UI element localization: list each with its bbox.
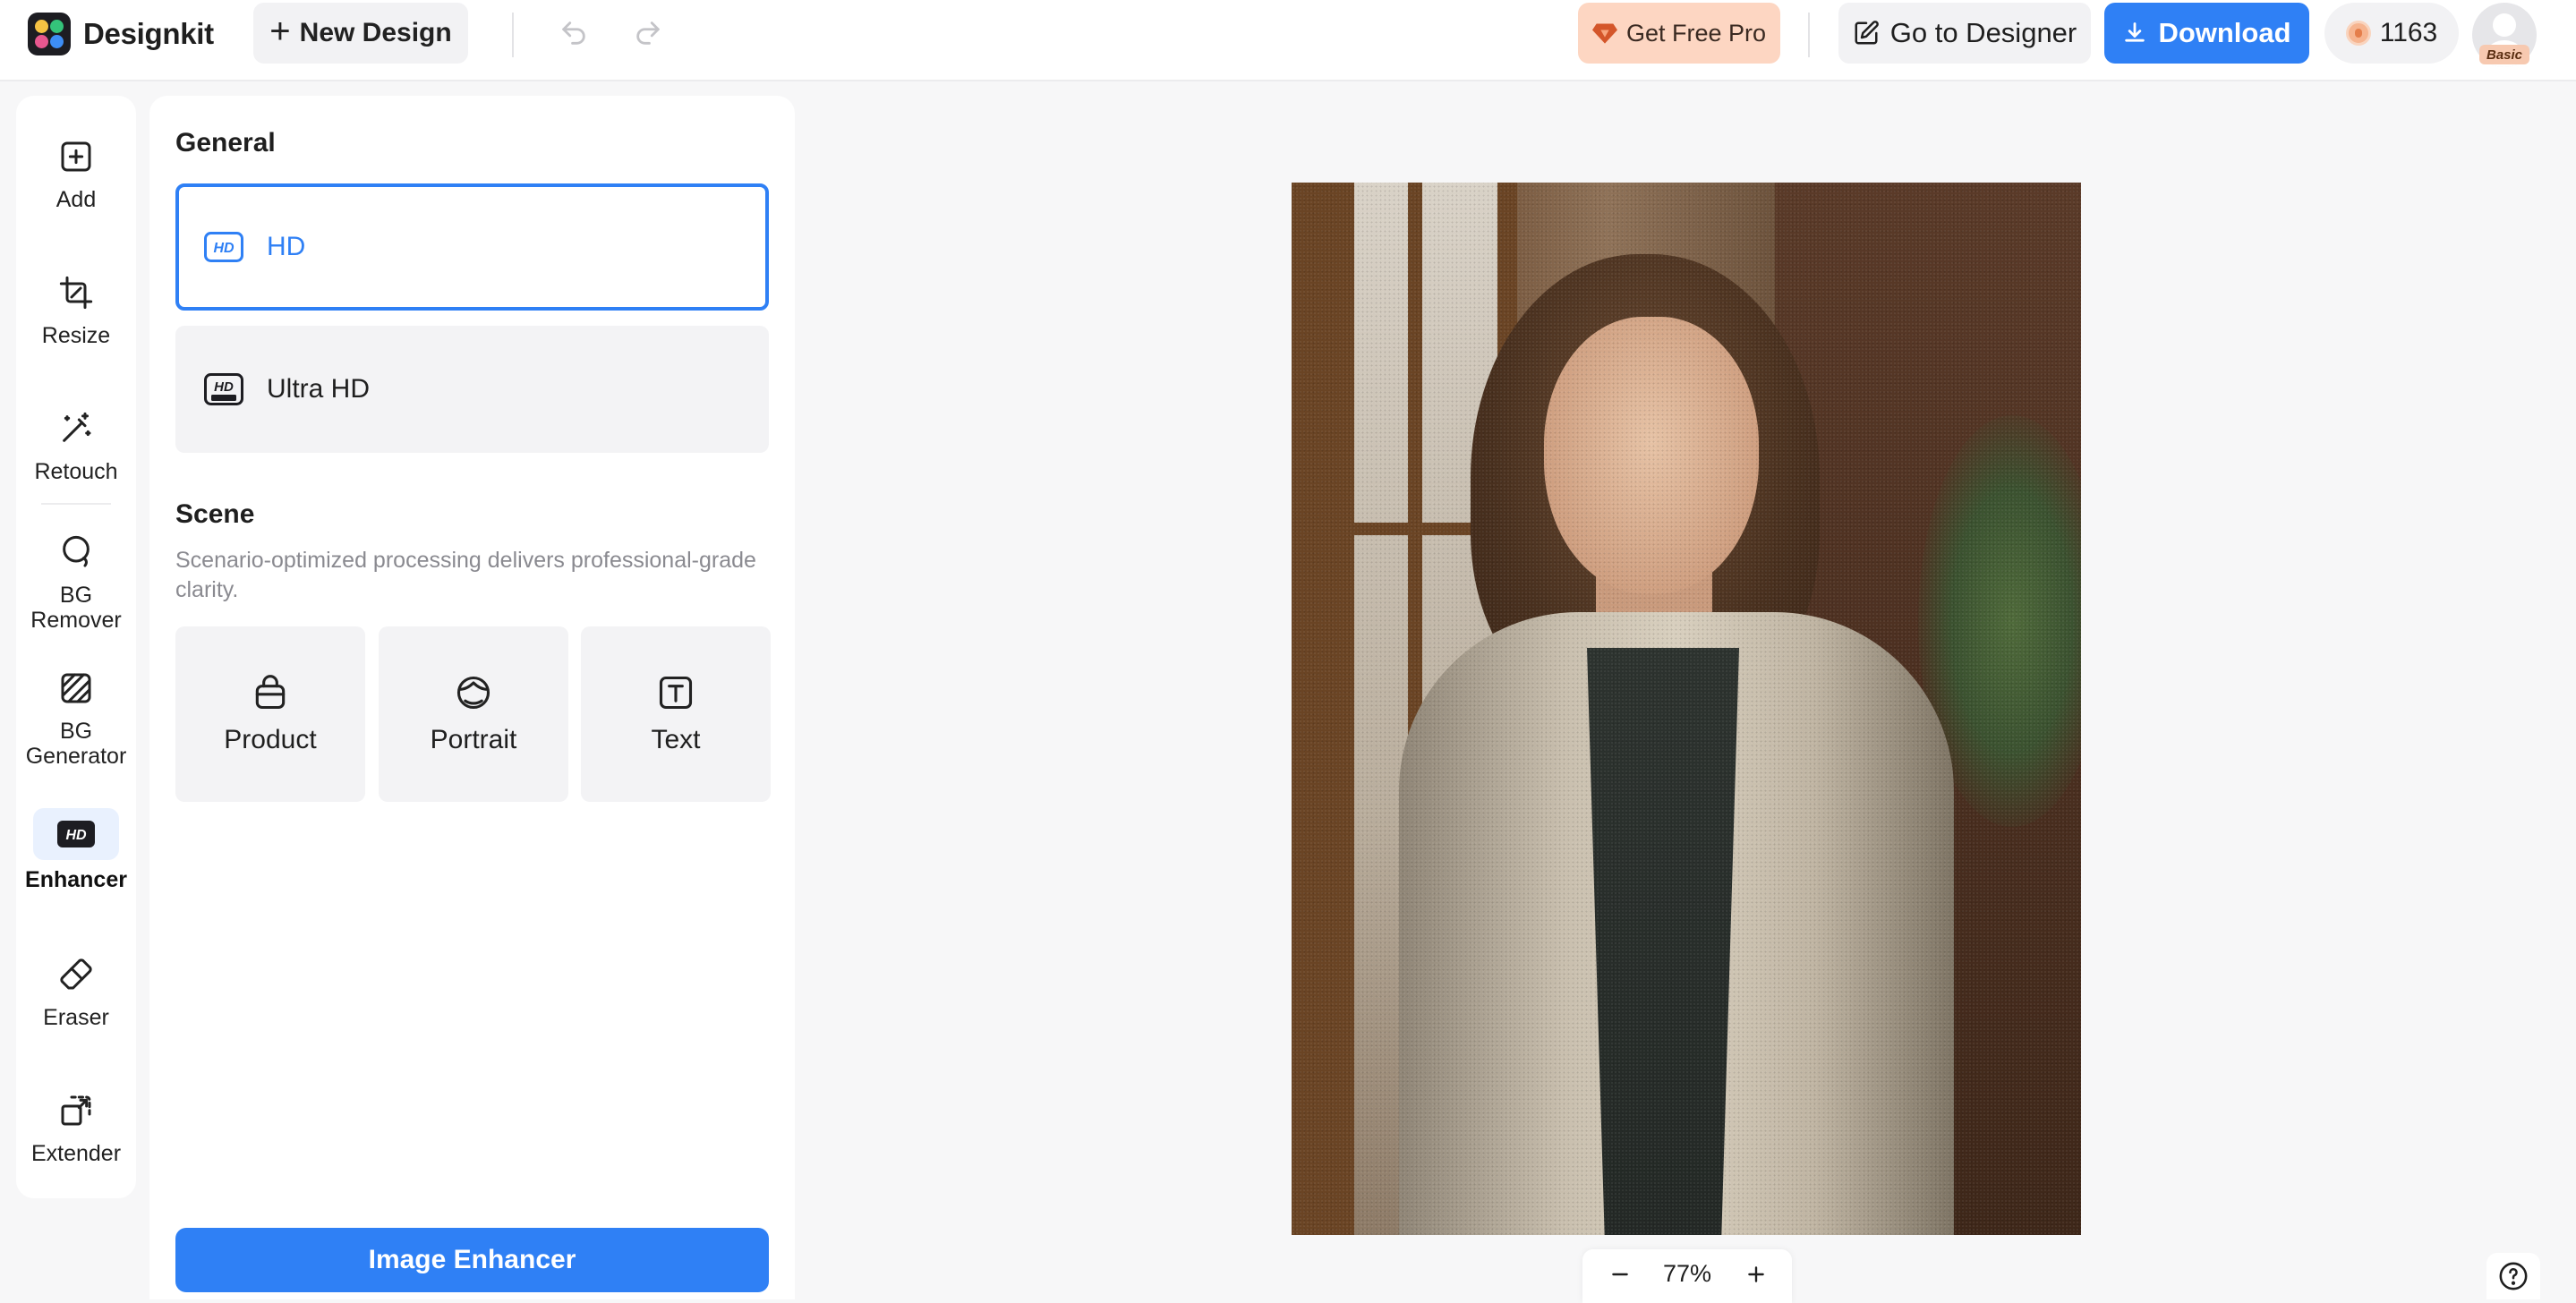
magic-wand-icon	[56, 409, 96, 448]
tools-sidebar: Add Resize Retouch BG Remover BG Generat…	[16, 96, 136, 1198]
expand-icon	[56, 1091, 96, 1130]
scene-portrait[interactable]: Portrait	[379, 626, 568, 802]
credits-counter[interactable]: 1163	[2324, 3, 2459, 64]
help-button[interactable]	[2486, 1253, 2540, 1299]
canvas-image[interactable]	[1292, 183, 2081, 1235]
new-design-label: New Design	[299, 18, 452, 47]
top-bar: Designkit + New Design Get Free Pro Go t…	[0, 0, 2576, 81]
general-title: General	[175, 128, 276, 158]
diamond-icon	[1591, 21, 1617, 45]
tool-extender[interactable]: Extender	[16, 1091, 136, 1166]
scene-text[interactable]: Text	[581, 626, 771, 802]
tool-label: BG Remover	[30, 583, 122, 633]
plus-icon	[1748, 1266, 1764, 1282]
tool-add[interactable]: Add	[16, 137, 136, 212]
tool-bg-generator[interactable]: BG Generator	[16, 669, 136, 769]
tool-resize[interactable]: Resize	[16, 273, 136, 348]
hd-ultra-icon: HD	[204, 373, 243, 405]
minus-icon	[1612, 1273, 1628, 1276]
crop-icon	[56, 273, 96, 312]
hd-icon: HD	[33, 808, 119, 860]
credits-value: 1163	[2379, 18, 2438, 47]
tool-enhancer[interactable]: HD Enhancer	[16, 808, 136, 892]
image-enhancer-button[interactable]: Image Enhancer	[175, 1228, 769, 1292]
text-icon	[656, 673, 695, 712]
plan-badge: Basic	[2479, 45, 2529, 64]
scene-label: Text	[651, 725, 701, 754]
tool-bg-remover[interactable]: BG Remover	[16, 532, 136, 633]
tool-label: Retouch	[34, 459, 118, 484]
option-hd[interactable]: HD HD	[175, 183, 769, 311]
new-design-button[interactable]: + New Design	[253, 3, 468, 64]
toolbar-divider	[512, 13, 514, 57]
scene-description: Scenario-optimized processing delivers p…	[175, 548, 756, 602]
get-free-pro-button[interactable]: Get Free Pro	[1578, 3, 1780, 64]
app-name: Designkit	[83, 17, 214, 50]
tool-label: Resize	[41, 323, 111, 348]
tool-label: Extender	[30, 1141, 122, 1166]
tool-eraser[interactable]: Eraser	[16, 955, 136, 1030]
scene-label: Portrait	[430, 725, 517, 754]
eraser-icon	[56, 955, 96, 994]
tool-label: BG Generator	[25, 719, 127, 769]
tool-label: Eraser	[43, 1005, 109, 1030]
svg-text:HD: HD	[214, 379, 234, 395]
designkit-logo-icon	[28, 13, 71, 55]
tool-retouch[interactable]: Retouch	[16, 409, 136, 484]
lasso-icon	[56, 532, 96, 572]
edit-external-icon	[1853, 20, 1880, 47]
option-label: HD	[267, 232, 306, 261]
coin-icon	[2345, 21, 2371, 46]
go-to-designer-label: Go to Designer	[1889, 17, 2077, 48]
option-label: Ultra HD	[267, 374, 371, 404]
bag-icon	[251, 673, 290, 712]
tools-divider	[41, 503, 111, 505]
app-logo[interactable]: Designkit	[28, 13, 214, 55]
download-label: Download	[2158, 17, 2291, 48]
tool-label: Enhancer	[25, 867, 127, 892]
scene-title: Scene	[175, 499, 255, 529]
add-square-icon	[56, 137, 96, 176]
hd-icon: HD	[204, 232, 243, 262]
face-icon	[454, 673, 493, 712]
go-to-designer-button[interactable]: Go to Designer	[1838, 3, 2091, 64]
scene-product[interactable]: Product	[175, 626, 365, 802]
get-free-pro-label: Get Free Pro	[1625, 19, 1767, 47]
zoom-out-button[interactable]	[1602, 1256, 1638, 1292]
enhancer-panel: General HD HD HD Ultra HD Scene Scenario…	[149, 96, 795, 1299]
redo-icon	[636, 21, 660, 45]
zoom-controls: 77%	[1582, 1249, 1792, 1303]
option-ultra-hd[interactable]: HD Ultra HD	[175, 326, 769, 453]
help-icon	[2499, 1262, 2528, 1290]
scene-label: Product	[224, 725, 317, 754]
undo-button[interactable]	[550, 9, 598, 57]
zoom-level[interactable]: 77%	[1645, 1260, 1729, 1288]
tool-label: Add	[55, 187, 97, 212]
redo-button[interactable]	[624, 9, 672, 57]
undo-icon	[562, 21, 585, 45]
hatched-square-icon	[56, 669, 96, 708]
zoom-in-button[interactable]	[1738, 1256, 1774, 1292]
svg-text:HD: HD	[213, 241, 235, 256]
plus-icon: +	[269, 11, 291, 51]
download-button[interactable]: Download	[2104, 3, 2309, 64]
svg-text:HD: HD	[65, 828, 87, 843]
toolbar-divider	[1808, 13, 1810, 57]
download-icon	[2122, 21, 2147, 46]
